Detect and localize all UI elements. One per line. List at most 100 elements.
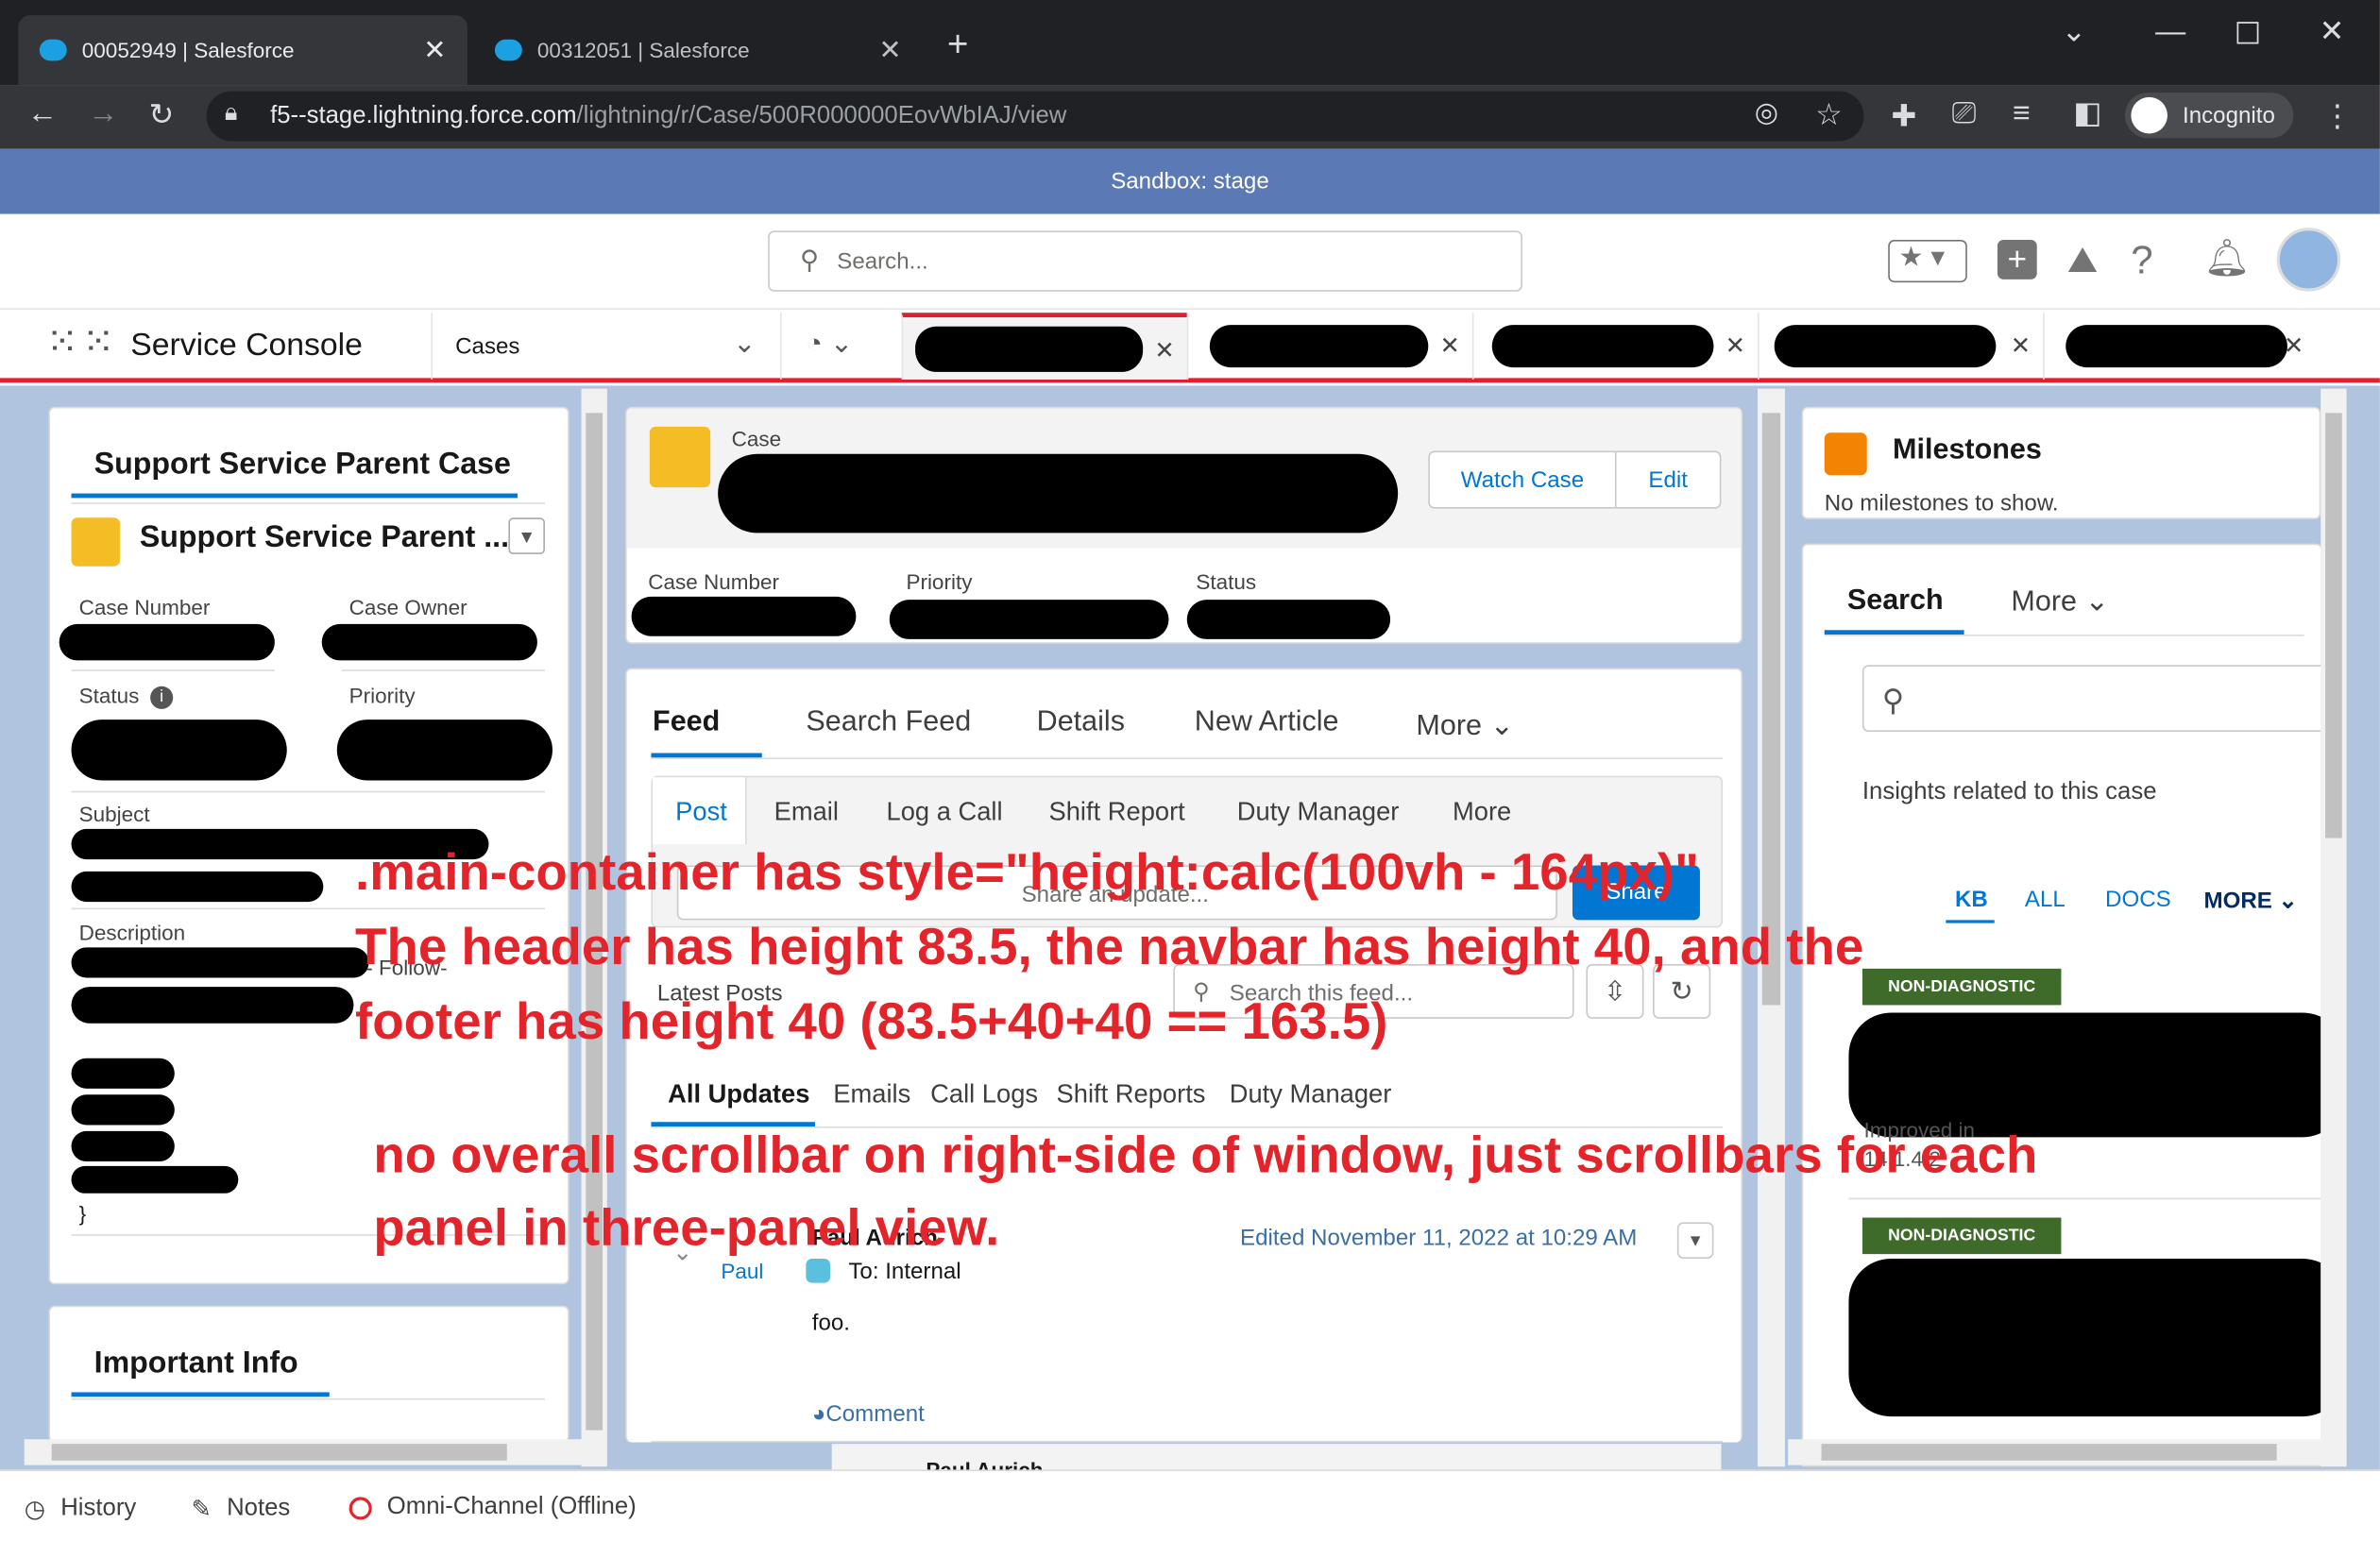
publisher-tab-shift-report[interactable]: Shift Report (1049, 797, 1185, 827)
forward-icon[interactable]: → (88, 97, 118, 132)
browser-tab-active[interactable]: 00052949 | Salesforce ✕ (18, 15, 468, 86)
tab-search-feed[interactable]: Search Feed (806, 706, 971, 739)
comment-button[interactable]: ◕Comment (812, 1401, 925, 1427)
chevron-down-icon[interactable]: ⌄ (733, 328, 756, 360)
sandbox-banner: Sandbox: stage (0, 148, 2380, 214)
side-panel-icon[interactable]: ◧ (2073, 94, 2101, 132)
extensions-icon[interactable]: ✚ (1891, 97, 1916, 135)
history-icon: ◔ ⌄ (806, 328, 854, 359)
minimize-icon[interactable]: — (2155, 15, 2185, 50)
notifications-icon[interactable]: 🔔︎ (2204, 237, 2251, 281)
close-icon[interactable]: ✕ (1154, 335, 1175, 365)
publisher-tab-duty-manager[interactable]: Duty Manager (1237, 797, 1400, 827)
card-title: Important Info (94, 1346, 298, 1380)
filter-shift-reports[interactable]: Shift Reports (1057, 1079, 1206, 1109)
tab-underline (71, 493, 518, 499)
nav-item-label: Cases (455, 333, 520, 361)
filter-docs[interactable]: DOCS (2105, 887, 2171, 912)
milestones-card: Milestones No milestones to show. (1801, 406, 2321, 519)
post-audience: To: Internal (848, 1258, 961, 1285)
avatar[interactable] (2276, 228, 2341, 292)
utility-notes[interactable]: ✎ Notes (191, 1494, 290, 1524)
filter-more[interactable]: MORE ⌄ (2204, 887, 2298, 914)
comment-icon: ◕ (811, 1401, 826, 1428)
media-icon[interactable]: ≡ (2013, 97, 2031, 132)
search-icon: ⚲ (799, 246, 819, 276)
post-menu-button[interactable]: ▾ (1676, 1222, 1714, 1259)
close-icon[interactable]: ✕ (2284, 331, 2304, 362)
important-info-card: Important Info (48, 1305, 570, 1443)
object-label: Case (731, 426, 782, 451)
filter-emails[interactable]: Emails (833, 1079, 910, 1109)
watch-case-button[interactable]: Watch Case (1428, 450, 1617, 509)
close-icon[interactable]: ✕ (2011, 331, 2032, 362)
cast-icon[interactable]: ⎚ (1952, 97, 1977, 132)
global-actions-icon[interactable]: + (1997, 240, 2037, 279)
chevron-down-icon[interactable]: ⌄ (2061, 12, 2086, 50)
address-bar[interactable]: 🔒︎ f5--stage.lightning.force.com/lightni… (206, 91, 1864, 142)
post-edited-timestamp[interactable]: Edited November 11, 2022 at 10:29 AM (1240, 1226, 1637, 1251)
filter-all-updates[interactable]: All Updates (668, 1079, 809, 1109)
filter-more-label: MORE (2203, 888, 2272, 914)
trailhead-icon[interactable]: ⛰ (2067, 240, 2098, 282)
filter-duty-manager[interactable]: Duty Manager (1230, 1079, 1392, 1109)
window-close-icon[interactable]: ✕ (2320, 12, 2345, 50)
status-badge: NON-DIAGNOSTIC (1862, 1217, 2062, 1255)
tab-new-article[interactable]: New Article (1195, 706, 1339, 739)
publisher-tab-more[interactable]: More (1453, 797, 1511, 827)
favorites-icon[interactable]: ★ ▾ (1888, 240, 1967, 283)
left-panel-h-scrollbar[interactable] (24, 1439, 582, 1465)
nav-item-cases[interactable]: Cases ⌄ (431, 313, 780, 380)
right-panel-h-scrollbar[interactable] (1788, 1439, 2347, 1465)
browser-tab[interactable]: 00312051 | Salesforce ✕ (473, 15, 923, 85)
workspace-tab[interactable]: ✕ (1758, 313, 2043, 380)
workspace-tab[interactable]: ✕ (1186, 313, 1472, 380)
workspace-tab[interactable]: ✕ (2043, 313, 2380, 380)
app-launcher-icon[interactable]: ⁙⁙ (45, 322, 114, 367)
tab-more-label: More (1416, 710, 1483, 743)
clock-icon: ◷ (24, 1497, 46, 1523)
subject-label: Subject (78, 801, 150, 826)
menu-icon[interactable]: ⋮ (2322, 97, 2353, 135)
publisher-tab-email[interactable]: Email (774, 797, 839, 827)
filter-call-logs[interactable]: Call Logs (930, 1079, 1038, 1109)
info-icon[interactable]: i (150, 686, 174, 709)
filter-kb[interactable]: KB (1955, 887, 1988, 912)
tab-more[interactable]: More ⌄ (1416, 709, 1514, 744)
reload-icon[interactable]: ↻ (148, 95, 174, 133)
tab-details[interactable]: Details (1037, 706, 1125, 739)
new-tab-icon[interactable]: + (947, 25, 969, 67)
close-icon[interactable]: ✕ (878, 34, 901, 66)
workspace-tab-active[interactable]: ✕ (901, 313, 1187, 380)
kb-search-input[interactable]: ⚲ (1862, 665, 2321, 733)
close-icon[interactable]: ✕ (1439, 331, 1460, 362)
utility-omni-channel[interactable]: Omni-Channel (Offline) (348, 1494, 637, 1521)
lock-icon: 🔒︎ (224, 100, 238, 127)
back-icon[interactable]: ← (27, 97, 58, 132)
utility-history[interactable]: ◷ History (25, 1494, 137, 1524)
eye-off-icon[interactable]: ◎ (1755, 97, 1778, 129)
record-menu-button[interactable]: ▾ (508, 517, 545, 554)
tab-feed[interactable]: Feed (653, 706, 720, 739)
global-search-input[interactable]: ⚲ Search... (768, 230, 1522, 292)
maximize-icon[interactable]: ☐ (2235, 15, 2262, 53)
workspace-tab[interactable]: ✕ (1471, 313, 1758, 380)
publisher-tab-label: Post (675, 797, 727, 826)
publisher-tab-post[interactable]: Post (653, 777, 747, 844)
author-avatar[interactable]: Paul (721, 1259, 763, 1283)
profile-label: Incognito (2183, 102, 2275, 128)
right-panel-scrollbar[interactable] (2320, 388, 2347, 1467)
close-icon[interactable]: ✕ (1726, 331, 1746, 362)
profile-button[interactable]: Incognito (2124, 93, 2294, 139)
url-host: f5--stage.lightning.force.com (270, 102, 577, 128)
close-icon[interactable]: ✕ (423, 34, 446, 66)
filter-all[interactable]: ALL (2025, 887, 2066, 912)
tab-overflow[interactable]: ◔ ⌄ (780, 313, 902, 380)
annotation-line-5: panel in three-panel view. (373, 1199, 1000, 1258)
publisher-tab-log-a-call[interactable]: Log a Call (887, 797, 1003, 827)
tab-more[interactable]: More ⌄ (2011, 584, 2109, 619)
edit-button[interactable]: Edit (1614, 450, 1722, 509)
star-icon[interactable]: ☆ (1815, 95, 1843, 133)
tab-search[interactable]: Search (1847, 584, 1944, 618)
help-icon[interactable]: ? (2131, 237, 2152, 284)
